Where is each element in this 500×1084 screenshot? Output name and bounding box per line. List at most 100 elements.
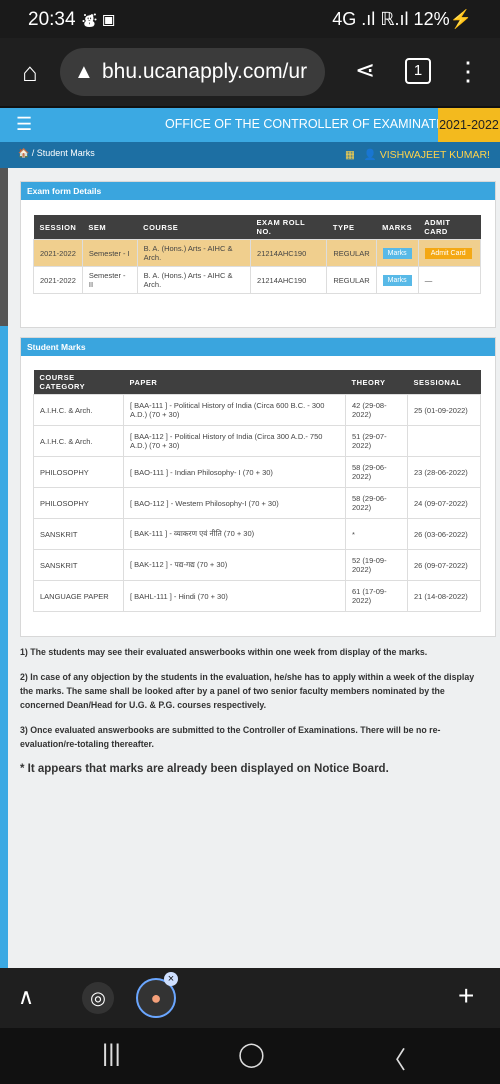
cell-theory: 61 (17-09-2022)	[345, 580, 408, 612]
cell-type: REGULAR	[326, 266, 377, 294]
cell-sessional: 24 (09-07-2022)	[407, 487, 481, 519]
hamburger-icon[interactable]: ☰	[16, 114, 32, 135]
cell-category: LANGUAGE PAPER	[33, 580, 124, 612]
cell-paper: [ BAO-111 ] - Indian Philosophy- I (70 +…	[123, 456, 346, 488]
user-name: VISHWAJEET KUMAR!	[379, 149, 490, 161]
cell-roll: 21214AHC190	[250, 266, 328, 294]
table-row: SANSKRIT[ BAK-112 ] - पद्य-गद्य (70 + 30…	[33, 549, 481, 581]
cell-admit: Admit Card	[417, 239, 482, 267]
new-tab-icon[interactable]: +	[458, 980, 474, 1012]
cell-sessional: 25 (01-09-2022)	[407, 394, 481, 426]
sidebar-strip	[0, 168, 8, 968]
cell-marks: Marks	[375, 266, 419, 294]
back-icon[interactable]: 〈	[382, 1040, 406, 1075]
col-header: ADMIT CARD	[418, 215, 481, 240]
system-navigation: ||| ◯ 〈	[0, 1028, 500, 1084]
cell-category: SANSKRIT	[33, 518, 124, 550]
user-icon: 👤	[363, 149, 377, 161]
overflow-menu-icon[interactable]: ⋮	[455, 56, 481, 88]
panel-title: Exam form Details	[21, 182, 495, 200]
admit-card-button[interactable]: Admit Card	[424, 247, 472, 259]
browser-toolbar: ⌂ ▲ bhu.ucanapply.com/ur ⋖ 1 ⋮	[0, 38, 500, 106]
tab-switcher-button[interactable]: 1	[405, 58, 431, 84]
table-row: SANSKRIT[ BAK-111 ] - व्याकरण एवं नीति (…	[33, 518, 481, 550]
cell-session: 2021-2022	[33, 239, 83, 267]
cell-roll: 21214AHC190	[250, 239, 328, 267]
year-badge: 2021-2022	[438, 108, 500, 142]
cell-sem: Semester - II	[81, 266, 138, 294]
chevron-up-icon[interactable]: ∧	[18, 984, 34, 1010]
address-bar[interactable]: ▲ bhu.ucanapply.com/ur	[60, 48, 325, 96]
status-bar: 20:34 ⛇ ▣ 4G .ıl ℝ.ıl 12%⚡	[0, 0, 500, 38]
marks-button[interactable]: Marks	[382, 274, 412, 286]
table-row: PHILOSOPHY[ BAO-112 ] - Western Philosop…	[33, 487, 481, 519]
cell-theory: 42 (29-08-2022)	[345, 394, 408, 426]
cell-sessional	[407, 425, 481, 457]
cell-theory: *	[345, 518, 408, 550]
note-2: 2) In case of any objection by the stude…	[20, 672, 475, 710]
warning-icon[interactable]: ▲	[74, 61, 94, 84]
cell-theory: 51 (29-07-2022)	[345, 425, 408, 457]
col-header: THEORY	[345, 370, 408, 395]
tab-thumbnail-icon[interactable]: ◎	[82, 982, 114, 1014]
cell-sem: Semester - I	[81, 239, 138, 267]
cell-sessional: 21 (14-08-2022)	[407, 580, 481, 612]
note-1: 1) The students may see their evaluated …	[20, 647, 428, 657]
panel-title: Student Marks	[21, 338, 495, 356]
office-title: OFFICE OF THE CONTROLLER OF EXAMINATIONS	[165, 117, 467, 131]
cell-sessional: 23 (28-06-2022)	[407, 456, 481, 488]
col-header: COURSE	[137, 215, 251, 240]
marks-button[interactable]: Marks	[382, 247, 412, 259]
bottom-browser-bar: ∧ ◎ ● × +	[0, 968, 500, 1028]
cell-session: 2021-2022	[33, 266, 83, 294]
home-crumb-icon[interactable]: 🏠	[18, 148, 29, 158]
share-icon[interactable]: ⋖	[350, 56, 380, 88]
cell-category: SANSKRIT	[33, 549, 124, 581]
cell-sessional: 26 (09-07-2022)	[407, 549, 481, 581]
home-icon[interactable]: ⌂	[14, 56, 46, 88]
home-nav-icon[interactable]: ◯	[238, 1040, 265, 1069]
breadcrumb-bar: 🏠 / Student Marks ▦ 👤 VISHWAJEET KUMAR!	[0, 142, 500, 168]
cell-paper: [ BAA-112 ] - Political History of India…	[123, 425, 346, 457]
recent-apps-icon[interactable]: |||	[102, 1040, 121, 1068]
col-header: SESSIONAL	[407, 370, 481, 395]
table-row: LANGUAGE PAPER[ BAHL-111 ] - Hindi (70 +…	[33, 580, 481, 612]
notification-icons: ⛇ ▣	[82, 13, 117, 30]
cell-course: B. A. (Hons.) Arts - AIHC & Arch.	[136, 239, 252, 267]
col-header: EXAM ROLL NO.	[250, 215, 327, 240]
cell-paper: [ BAK-112 ] - पद्य-गद्य (70 + 30)	[123, 549, 346, 581]
notice-board-text: * It appears that marks are already been…	[20, 763, 389, 775]
cell-theory: 58 (29-06-2022)	[345, 487, 408, 519]
cell-category: PHILOSOPHY	[33, 487, 124, 519]
col-header: SESSION	[33, 215, 83, 240]
user-info[interactable]: ▦ 👤 VISHWAJEET KUMAR!	[345, 148, 490, 161]
cell-sessional: 26 (03-06-2022)	[407, 518, 481, 550]
col-header: COURSE CATEGORY	[33, 370, 124, 395]
cell-theory: 52 (19-09-2022)	[345, 549, 408, 581]
app-header: ☰ OFFICE OF THE CONTROLLER OF EXAMINATIO…	[0, 108, 500, 142]
url-text: bhu.ucanapply.com/ur	[102, 60, 308, 83]
cell-admit: —	[417, 266, 482, 294]
cell-type: REGULAR	[326, 239, 377, 267]
cell-marks: Marks	[375, 239, 419, 267]
breadcrumb: 🏠 / Student Marks	[18, 148, 95, 158]
table-row: A.I.H.C. & Arch.[ BAA-111 ] - Political …	[33, 394, 481, 426]
sidebar-collapsed	[0, 168, 8, 326]
cell-paper: [ BAA-111 ] - Political History of India…	[123, 394, 346, 426]
note-3: 3) Once evaluated answerbooks are submit…	[20, 725, 441, 749]
exam-form-table: SESSION SEM COURSE EXAM ROLL NO. TYPE MA…	[33, 215, 482, 294]
cell-paper: [ BAO-112 ] - Western Philosophy-I (70 +…	[123, 487, 346, 519]
col-header: MARKS	[376, 215, 419, 240]
battery-signal: 4G .ıl ℝ.ıl 12%⚡	[332, 9, 472, 29]
exam-form-panel: Exam form Details SESSION SEM COURSE EXA…	[20, 181, 496, 328]
table-row: PHILOSOPHY[ BAO-111 ] - Indian Philosoph…	[33, 456, 481, 488]
notes: 1) The students may see their evaluated …	[20, 645, 485, 787]
cell-paper: [ BAHL-111 ] - Hindi (70 + 30)	[123, 580, 346, 612]
cell-theory: 58 (29-06-2022)	[345, 456, 408, 488]
calendar-icon[interactable]: ▦	[345, 149, 355, 161]
table-row: 2021-2022 Semester - I B. A. (Hons.) Art…	[33, 239, 482, 267]
table-row: 2021-2022 Semester - II B. A. (Hons.) Ar…	[33, 266, 482, 294]
close-tab-icon[interactable]: ×	[164, 972, 178, 986]
col-header: PAPER	[123, 370, 346, 395]
col-header: TYPE	[326, 215, 377, 240]
